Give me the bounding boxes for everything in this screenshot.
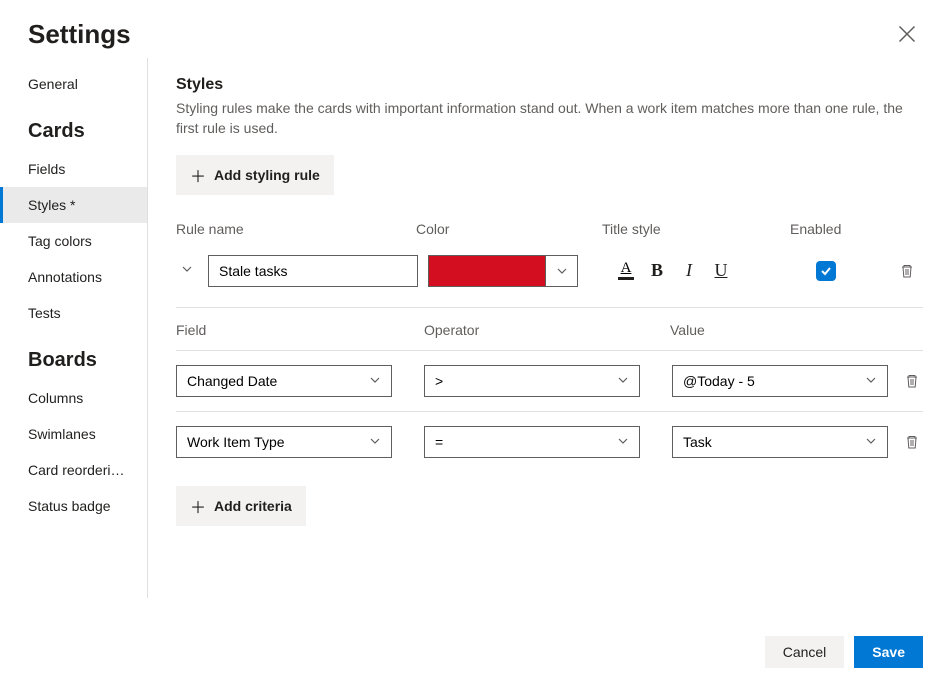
dialog-title: Settings	[28, 19, 131, 50]
sidebar-item-styles[interactable]: Styles *	[0, 187, 147, 223]
plus-icon: ＋	[190, 494, 206, 518]
criteria-value-value: Task	[683, 434, 712, 450]
rule-name-input[interactable]	[208, 255, 418, 287]
add-criteria-label: Add criteria	[214, 498, 292, 514]
criteria-value-select[interactable]: @Today - 5	[672, 365, 888, 397]
criteria-value-value: @Today - 5	[683, 373, 755, 389]
sidebar-item-annotations[interactable]: Annotations	[0, 259, 147, 295]
col-color: Color	[416, 221, 602, 237]
col-rule-name: Rule name	[176, 221, 416, 237]
col-field: Field	[176, 322, 424, 338]
trash-icon	[899, 263, 915, 279]
add-styling-rule-label: Add styling rule	[214, 167, 320, 183]
sidebar-item-tag-colors[interactable]: Tag colors	[0, 223, 147, 259]
criteria-field-select[interactable]: Work Item Type	[176, 426, 392, 458]
criteria-field-value: Changed Date	[187, 373, 277, 389]
delete-criteria-button[interactable]	[896, 426, 928, 458]
font-color-bar	[618, 277, 634, 280]
style-rule-row: A B I U	[176, 255, 923, 305]
sidebar-group-boards: Boards	[0, 331, 147, 380]
section-title: Styles	[176, 76, 923, 94]
criteria-operator-value: =	[435, 434, 443, 450]
chevron-down-icon	[617, 374, 629, 386]
sidebar-item-tests[interactable]: Tests	[0, 295, 147, 331]
close-button[interactable]	[891, 18, 923, 50]
color-dropdown-button[interactable]	[545, 256, 577, 286]
sidebar-item-status-badge[interactable]: Status badge	[0, 488, 147, 524]
chevron-down-icon	[369, 374, 381, 386]
col-enabled: Enabled	[790, 221, 930, 237]
delete-criteria-button[interactable]	[896, 365, 928, 397]
chevron-down-icon	[865, 374, 877, 386]
col-title-style: Title style	[602, 221, 790, 237]
rule-color-picker[interactable]	[428, 255, 578, 287]
settings-sidebar: General Cards Fields Styles * Tag colors…	[0, 58, 148, 598]
sidebar-item-fields[interactable]: Fields	[0, 151, 147, 187]
check-icon	[820, 265, 832, 277]
chevron-down-icon	[617, 435, 629, 447]
criteria-row: Work Item Type = Task	[176, 411, 923, 472]
plus-icon: ＋	[190, 163, 206, 187]
bold-button[interactable]: B	[648, 260, 666, 281]
close-icon	[897, 24, 917, 44]
section-description: Styling rules make the cards with import…	[176, 98, 923, 139]
title-style-buttons: A B I U	[618, 260, 730, 281]
delete-rule-button[interactable]	[891, 255, 923, 287]
save-button[interactable]: Save	[854, 636, 923, 668]
chevron-down-icon	[865, 435, 877, 447]
color-swatch	[429, 256, 545, 286]
criteria-operator-select[interactable]: >	[424, 365, 640, 397]
font-color-icon: A	[621, 261, 632, 276]
chevron-down-icon	[556, 265, 568, 277]
sidebar-group-cards: Cards	[0, 102, 147, 151]
underline-button[interactable]: U	[712, 260, 730, 281]
chevron-down-icon	[181, 263, 193, 275]
cancel-button[interactable]: Cancel	[765, 636, 845, 668]
expand-rule-toggle[interactable]	[176, 262, 198, 280]
trash-icon	[904, 373, 920, 389]
sidebar-item-columns[interactable]: Columns	[0, 380, 147, 416]
styles-panel: Styles Styling rules make the cards with…	[148, 58, 951, 618]
criteria-operator-value: >	[435, 373, 443, 389]
sidebar-item-general[interactable]: General	[0, 76, 147, 102]
criteria-value-select[interactable]: Task	[672, 426, 888, 458]
criteria-field-value: Work Item Type	[187, 434, 285, 450]
criteria-row: Changed Date > @Today - 5	[176, 350, 923, 411]
add-styling-rule-button[interactable]: ＋ Add styling rule	[176, 155, 334, 195]
add-criteria-button[interactable]: ＋ Add criteria	[176, 486, 306, 526]
criteria-field-select[interactable]: Changed Date	[176, 365, 392, 397]
sidebar-item-swimlanes[interactable]: Swimlanes	[0, 416, 147, 452]
italic-button[interactable]: I	[680, 260, 698, 281]
chevron-down-icon	[369, 435, 381, 447]
enabled-checkbox[interactable]	[816, 261, 836, 281]
col-operator: Operator	[424, 322, 670, 338]
font-color-button[interactable]: A	[618, 261, 634, 280]
sidebar-item-card-reordering[interactable]: Card reorderi…	[0, 452, 147, 488]
trash-icon	[904, 434, 920, 450]
criteria-operator-select[interactable]: =	[424, 426, 640, 458]
col-value: Value	[670, 322, 888, 338]
